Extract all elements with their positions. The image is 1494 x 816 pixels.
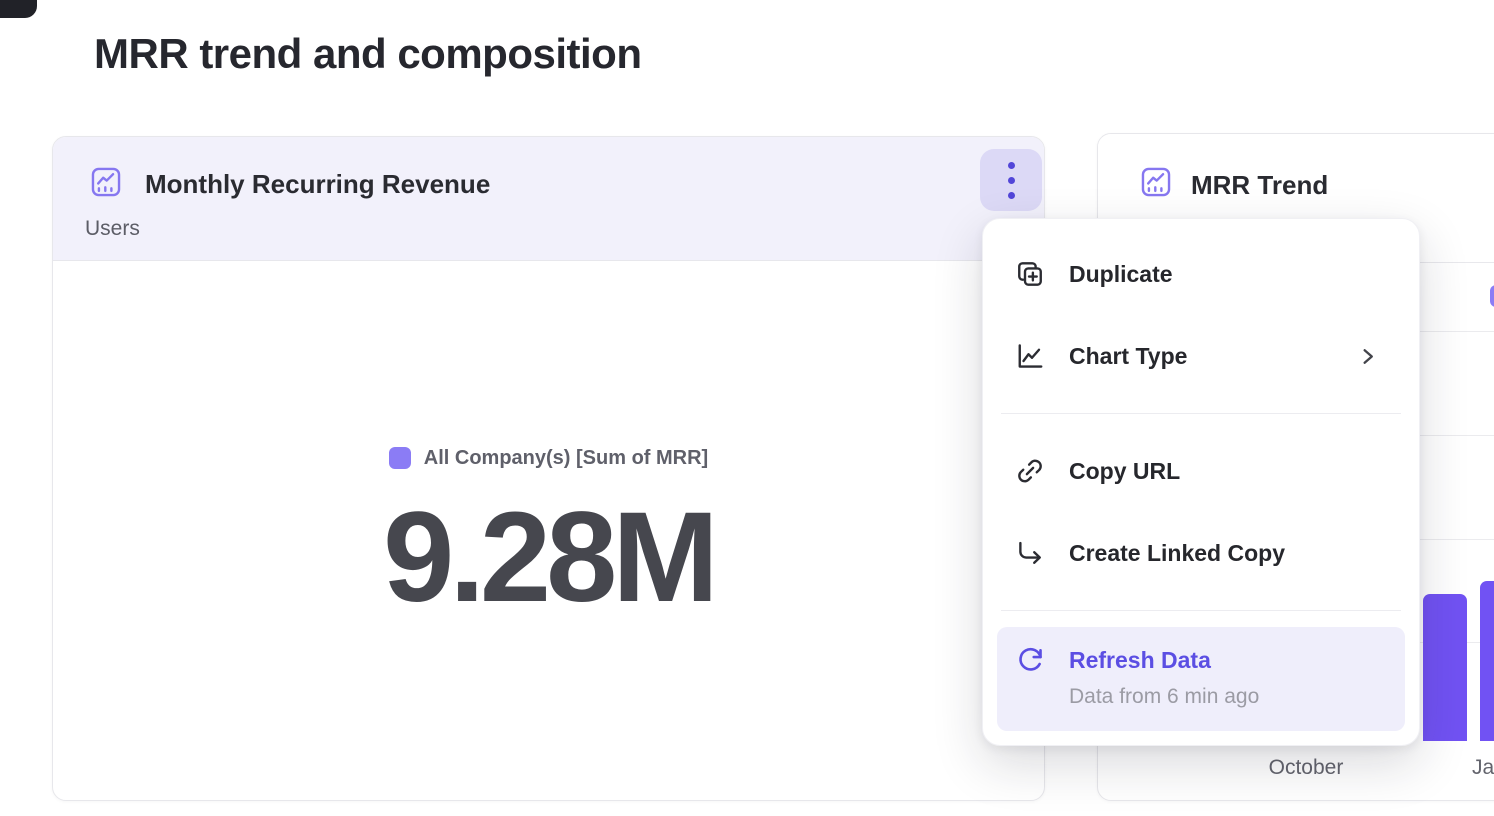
menu-item-label: Create Linked Copy	[1069, 540, 1285, 567]
legend-row: All Company(s) [Sum of MRR]	[389, 447, 708, 470]
menu-item-duplicate[interactable]: Duplicate	[997, 233, 1405, 315]
legend-label: All Company(s) [Sum of MRR]	[424, 447, 708, 470]
menu-item-copy-url[interactable]: Copy URL	[997, 430, 1405, 512]
kebab-dot-icon	[1008, 177, 1015, 184]
menu-item-label: Refresh Data	[1069, 647, 1211, 674]
menu-item-chart-type[interactable]: Chart Type	[997, 315, 1405, 397]
mrr-card-header: Monthly Recurring Revenue Users	[53, 137, 1044, 261]
bar[interactable]	[1480, 581, 1494, 741]
card-context-menu: Duplicate Chart Type	[982, 218, 1420, 746]
chevron-right-icon	[1356, 345, 1379, 368]
refresh-row: Refresh Data	[1015, 645, 1387, 675]
duplicate-icon	[1015, 259, 1045, 289]
bar[interactable]	[1423, 594, 1467, 741]
menu-divider	[1001, 413, 1401, 414]
menu-item-label: Chart Type	[1069, 343, 1187, 370]
dashboard-page: MRR trend and composition Monthly Recurr…	[0, 0, 1494, 816]
refresh-icon	[1015, 645, 1045, 675]
menu-item-label: Duplicate	[1069, 261, 1173, 288]
linked-copy-icon	[1015, 538, 1045, 568]
x-axis-label: Ja	[1472, 756, 1494, 780]
legend-swatch	[1490, 285, 1494, 307]
menu-item-label: Copy URL	[1069, 458, 1180, 485]
kebab-dot-icon	[1008, 162, 1015, 169]
mrr-card: Monthly Recurring Revenue Users All Comp…	[52, 136, 1045, 801]
mrr-card-subtitle: Users	[85, 217, 140, 241]
chart-widget-icon	[1139, 165, 1173, 199]
trend-card-title: MRR Trend	[1191, 170, 1328, 201]
chart-type-icon	[1015, 341, 1045, 371]
kebab-dot-icon	[1008, 192, 1015, 199]
menu-item-create-linked-copy[interactable]: Create Linked Copy	[997, 512, 1405, 594]
chart-widget-icon	[89, 165, 123, 199]
menu-divider	[1001, 610, 1401, 611]
page-title: MRR trend and composition	[94, 30, 642, 78]
legend-swatch	[389, 447, 411, 469]
refresh-data-timestamp: Data from 6 min ago	[1069, 685, 1387, 709]
menu-item-refresh-data[interactable]: Refresh Data Data from 6 min ago	[997, 627, 1405, 731]
mrr-card-title: Monthly Recurring Revenue	[145, 169, 490, 200]
mrr-card-body: All Company(s) [Sum of MRR] 9.28M	[53, 262, 1044, 800]
link-icon	[1015, 456, 1045, 486]
card-options-kebab-button[interactable]	[980, 149, 1042, 211]
x-axis-label: October	[1261, 756, 1351, 780]
window-corner-fragment	[0, 0, 37, 18]
metric-value: 9.28M	[383, 500, 714, 615]
